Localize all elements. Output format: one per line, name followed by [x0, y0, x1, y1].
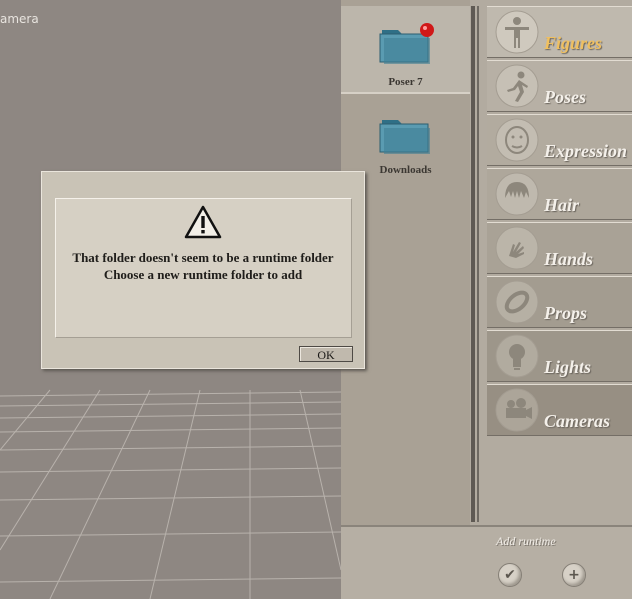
figure-icon: [495, 10, 539, 54]
category-label: Hands: [544, 249, 594, 269]
plus-icon: +: [568, 567, 580, 583]
face-icon: [495, 118, 539, 162]
warning-dialog: That folder doesn't seem to be a runtime…: [41, 171, 365, 369]
hair-icon: [495, 172, 539, 216]
category-figures[interactable]: Figures: [487, 6, 632, 58]
prop-ring-icon: [495, 280, 539, 324]
category-lights[interactable]: Lights: [487, 330, 632, 382]
category-label: Lights: [544, 357, 592, 377]
category-expression[interactable]: Expression: [487, 114, 632, 166]
folder-icon: [379, 23, 434, 64]
category-label: Cameras: [544, 411, 611, 431]
add-runtime-label: Add runtime: [496, 534, 556, 548]
category-poses[interactable]: Poses: [487, 60, 632, 112]
category-label: Expression: [544, 141, 628, 161]
hand-icon: [495, 226, 539, 270]
category-hair[interactable]: Hair: [487, 168, 632, 220]
category-label: Figures: [544, 33, 603, 53]
panel-divider: [471, 6, 475, 522]
add-runtime-button[interactable]: +: [562, 563, 586, 587]
floor-grid: [0, 389, 341, 599]
category-cameras[interactable]: Cameras: [487, 384, 632, 436]
category-label: Hair: [544, 195, 580, 215]
library-bottom-bar: Add runtime ✔ +: [341, 525, 632, 599]
dialog-message-line-2: Choose a new runtime folder to add: [103, 267, 303, 282]
warning-triangle-icon: [184, 205, 222, 239]
library-palette: Poser 7 Downloads Figures Poses Expressi…: [341, 0, 632, 599]
category-props[interactable]: Props: [487, 276, 632, 328]
camera-icon: [495, 388, 539, 432]
category-list: Figures Poses Expression Hair Hands Prop…: [487, 6, 632, 438]
ok-button[interactable]: OK: [299, 346, 353, 362]
category-label: Props: [544, 303, 588, 323]
category-label: Poses: [544, 87, 586, 107]
category-hands[interactable]: Hands: [487, 222, 632, 274]
panel-divider-shadow: [477, 6, 479, 522]
pose-runner-icon: [495, 64, 539, 108]
checkmark-icon: ✔: [504, 567, 516, 583]
folder-label: Poser 7: [388, 76, 423, 88]
folder-icon: [379, 120, 430, 154]
confirm-button[interactable]: ✔: [498, 563, 522, 587]
dialog-message-line-1: That folder doesn't seem to be a runtime…: [72, 250, 334, 265]
camera-label: amera: [0, 12, 39, 26]
folder-poser-7[interactable]: Poser 7: [341, 6, 470, 94]
lightbulb-icon: [495, 334, 539, 378]
